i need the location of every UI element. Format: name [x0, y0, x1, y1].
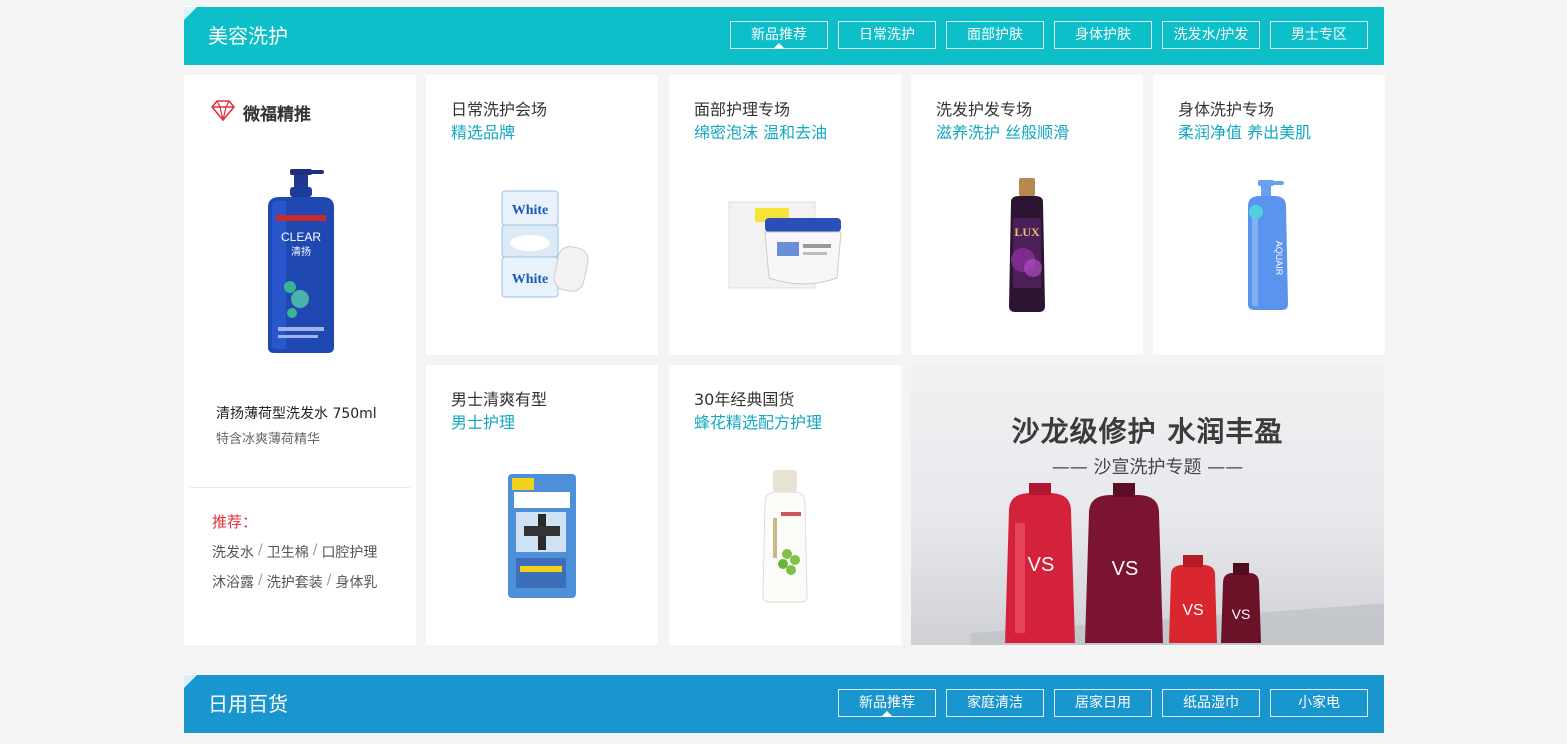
corner-fold-decoration	[184, 6, 198, 20]
card-subtitle: 男士护理	[451, 413, 516, 432]
vs-promo-banner[interactable]: 沙龙级修护 水润丰盈 —— 沙宣洗护专题 —— VS VS VS VS	[911, 365, 1384, 645]
card-brand-text: White	[512, 203, 549, 218]
recommend-link-care-sets[interactable]: 洗护套装	[267, 572, 323, 592]
tab-hair-care[interactable]: 洗发水/护发	[1162, 21, 1260, 49]
separator: /	[258, 572, 263, 588]
vs-bottles-image: VS VS VS VS	[971, 483, 1384, 645]
bee-flower-bottle-image	[669, 460, 901, 610]
tab-body-care[interactable]: 身体护肤	[1054, 21, 1152, 49]
featured-divider	[190, 487, 410, 488]
banner-brand-text: VS	[1182, 602, 1203, 619]
featured-product-image[interactable]: CLEAR 清扬	[260, 167, 340, 357]
section-title: 美容洗护	[208, 24, 288, 48]
tab-small-appliances[interactable]: 小家电	[1270, 689, 1368, 717]
featured-panel: 微福精推 CLEAR 清扬 清扬薄荷型洗发水 750ml 特含冰爽薄荷精华 推荐…	[184, 75, 416, 645]
tab-paper-wipes[interactable]: 纸品湿巾	[1162, 689, 1260, 717]
banner-title: 沙龙级修护 水润丰盈	[1011, 415, 1284, 448]
promo-card-body-care[interactable]: 身体洗护专场 柔润净值 养出美肌 AQUAIR	[1153, 75, 1385, 355]
card-title: 身体洗护专场	[1178, 100, 1275, 119]
card-subtitle: 滋养洗护 丝般顺滑	[936, 123, 1070, 142]
promo-card-face-care[interactable]: 面部护理专场 绵密泡沫 温和去油	[669, 75, 901, 355]
face-cream-image	[669, 170, 901, 320]
featured-product-desc: 特含冰爽薄荷精华	[216, 432, 321, 447]
card-brand-text: LUX	[1014, 225, 1040, 239]
recommend-link-sanitary-pads[interactable]: 卫生棉	[267, 542, 309, 562]
separator: /	[326, 572, 332, 588]
card-subtitle: 蜂花精选配方护理	[694, 413, 823, 432]
promo-card-classic-domestic[interactable]: 30年经典国货 蜂花精选配方护理	[669, 365, 901, 645]
promo-card-mens-care[interactable]: 男士清爽有型 男士护理	[426, 365, 658, 645]
section-header-daily-goods: 日用百货 新品推荐 家庭清洁 居家日用 纸品湿巾 小家电	[184, 674, 1384, 733]
card-subtitle: 绵密泡沫 温和去油	[694, 123, 828, 142]
card-title: 洗发护发专场	[936, 100, 1033, 119]
card-brand-text: AQUAIR	[1274, 240, 1284, 275]
corner-fold-decoration	[184, 674, 198, 688]
card-title: 面部护理专场	[694, 100, 791, 119]
recommend-row-2: 沐浴露 / 洗护套装 / 身体乳	[212, 572, 377, 592]
razor-pack-image	[426, 460, 658, 610]
separator: /	[312, 542, 318, 558]
section-tabs: 新品推荐 家庭清洁 居家日用 纸品湿巾 小家电	[838, 689, 1368, 717]
card-title: 男士清爽有型	[451, 390, 548, 409]
separator: /	[258, 542, 263, 558]
tab-household-items[interactable]: 居家日用	[1054, 689, 1152, 717]
recommend-link-oral-care[interactable]: 口腔护理	[321, 542, 377, 562]
tab-daily-care[interactable]: 日常洗护	[838, 21, 936, 49]
card-brand-text: White	[512, 272, 549, 287]
banner-brand-text: VS	[1232, 606, 1251, 622]
lux-bottle-image: LUX	[911, 170, 1143, 320]
tab-mens-zone[interactable]: 男士专区	[1270, 21, 1368, 49]
featured-header: 微福精推	[210, 99, 311, 125]
card-subtitle: 柔润净值 养出美肌	[1178, 123, 1312, 142]
card-title: 日常洗护会场	[451, 100, 548, 119]
tab-face-care[interactable]: 面部护肤	[946, 21, 1044, 49]
recommend-label: 推荐：	[212, 513, 258, 531]
banner-brand-text: VS	[1112, 558, 1139, 580]
featured-heading: 微福精推	[243, 104, 311, 125]
brand-cn-text: 清扬	[291, 245, 311, 258]
aquair-bottle-image: AQUAIR	[1153, 170, 1385, 320]
soap-box-image: White White	[426, 170, 658, 320]
banner-brand-text: VS	[1028, 554, 1055, 576]
tab-new-arrivals[interactable]: 新品推荐	[838, 689, 936, 717]
section-tabs: 新品推荐 日常洗护 面部护肤 身体护肤 洗发水/护发 男士专区	[730, 21, 1368, 49]
recommend-link-body-lotion[interactable]: 身体乳	[335, 572, 377, 592]
recommend-link-body-wash[interactable]: 沐浴露	[212, 572, 254, 592]
card-title: 30年经典国货	[694, 390, 795, 409]
banner-subtitle: —— 沙宣洗护专题 ——	[1051, 457, 1244, 478]
diamond-icon	[210, 99, 236, 125]
section-title: 日用百货	[208, 692, 288, 716]
tab-home-cleaning[interactable]: 家庭清洁	[946, 689, 1044, 717]
section-header-beauty: 美容洗护 新品推荐 日常洗护 面部护肤 身体护肤 洗发水/护发 男士专区	[184, 6, 1384, 65]
recommend-link-shampoo[interactable]: 洗发水	[212, 542, 254, 562]
promo-card-hair-care[interactable]: 洗发护发专场 滋养洗护 丝般顺滑 LUX	[911, 75, 1143, 355]
card-subtitle: 精选品牌	[451, 123, 516, 142]
promo-card-daily-care[interactable]: 日常洗护会场 精选品牌 White White	[426, 75, 658, 355]
tab-new-arrivals[interactable]: 新品推荐	[730, 21, 828, 49]
recommend-row-1: 洗发水 / 卫生棉 / 口腔护理	[212, 542, 377, 562]
brand-logo-text: CLEAR	[281, 230, 321, 244]
featured-product-name[interactable]: 清扬薄荷型洗发水 750ml	[216, 403, 377, 423]
